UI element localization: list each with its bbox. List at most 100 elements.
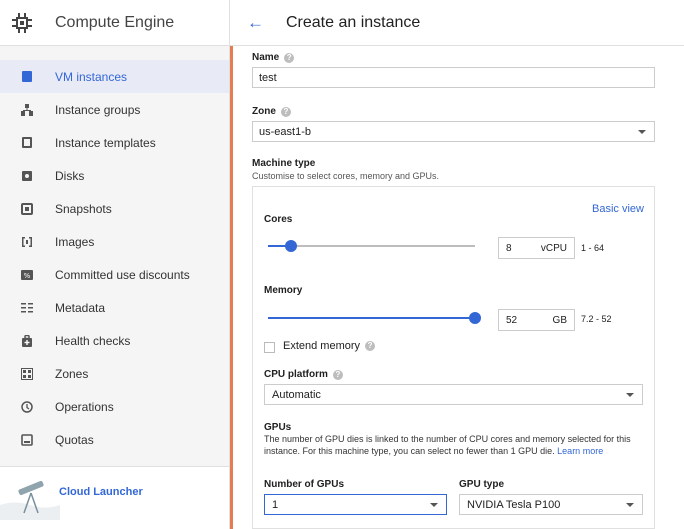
memory-value: 52 [506, 314, 518, 326]
zone-select[interactable]: us-east1-b [252, 121, 655, 142]
cores-slider[interactable] [268, 240, 475, 252]
chevron-down-icon [638, 130, 646, 134]
sidebar-item-images[interactable]: Images [0, 225, 229, 258]
name-label-text: Name [252, 52, 280, 63]
compute-engine-chip-icon [12, 12, 32, 33]
help-icon[interactable]: ? [284, 52, 295, 63]
sidebar-item-label: Committed use discounts [55, 267, 190, 282]
machine-type-card: Basic view Cores 8 vCPU 1 - 64 Memory 52… [252, 186, 655, 529]
cores-unit: vCPU [540, 242, 567, 254]
cores-label: Cores [264, 214, 293, 225]
cores-value: 8 [506, 242, 512, 254]
metadata-icon [21, 302, 33, 314]
accent-bar [230, 46, 233, 529]
sidebar-item-operations[interactable]: Operations [0, 390, 229, 423]
machine-type-hint: Customise to select cores, memory and GP… [252, 171, 440, 181]
svg-text:%: % [24, 272, 31, 280]
sidebar-item-instance-groups[interactable]: Instance groups [0, 93, 229, 126]
quotas-icon [21, 433, 33, 446]
memory-unit: GB [552, 314, 567, 326]
instance-groups-icon [21, 103, 33, 116]
product-title: Compute Engine [55, 13, 175, 31]
cores-slider-thumb[interactable] [284, 240, 297, 252]
sidebar-item-metadata[interactable]: Metadata [0, 291, 229, 324]
snapshots-icon [21, 202, 33, 215]
memory-range: 7.2 - 52 [581, 314, 612, 324]
gpus-label: GPUs [264, 422, 292, 433]
sidebar-item-label: Zones [55, 366, 89, 381]
memory-input[interactable]: 52 GB [498, 309, 575, 331]
chevron-down-icon [626, 393, 634, 397]
cloud-launcher-label[interactable]: Cloud Launcher [59, 486, 143, 498]
zone-label-text: Zone [252, 106, 276, 117]
sidebar-nav: VM instances Instance groups Instance te… [0, 46, 229, 456]
sidebar-item-label: Instance templates [55, 135, 156, 150]
zone-label: Zone? [252, 106, 291, 117]
extend-memory-label: Extend memory? [283, 340, 376, 352]
cpu-platform-value: Automatic [272, 388, 321, 401]
sidebar-item-zones[interactable]: Zones [0, 357, 229, 390]
zones-icon [21, 367, 33, 380]
cpu-platform-select[interactable]: Automatic [264, 384, 643, 405]
learn-more-link[interactable]: Learn more [557, 446, 603, 456]
gpus-description: The number of GPU dies is linked to the … [264, 433, 644, 457]
images-icon [21, 236, 33, 248]
num-gpus-select[interactable]: 1 [264, 494, 447, 515]
telescope-icon [0, 480, 60, 520]
sidebar-item-disks[interactable]: Disks [0, 159, 229, 192]
vm-instances-icon [21, 71, 33, 83]
sidebar-item-label: Snapshots [55, 201, 112, 216]
cores-range: 1 - 64 [581, 243, 605, 253]
zone-select-value: us-east1-b [259, 125, 311, 138]
discount-icon: % [21, 269, 33, 281]
sidebar-item-instance-templates[interactable]: Instance templates [0, 126, 229, 159]
cpu-platform-label: CPU platform? [264, 369, 343, 380]
sidebar: Compute Engine VM instances Instance gro… [0, 0, 230, 529]
extend-memory-label-text: Extend memory [283, 340, 361, 352]
sidebar-item-label: VM instances [55, 69, 128, 84]
extend-memory-checkbox[interactable] [264, 342, 275, 353]
num-gpus-value: 1 [272, 498, 279, 511]
sidebar-item-label: Instance groups [55, 102, 141, 117]
name-input[interactable]: test [252, 67, 655, 88]
cpu-platform-label-text: CPU platform [264, 369, 328, 380]
cores-input[interactable]: 8 vCPU [498, 237, 575, 259]
sidebar-item-label: Metadata [55, 300, 106, 315]
sidebar-item-quotas[interactable]: Quotas [0, 423, 229, 456]
sidebar-header: Compute Engine [0, 0, 229, 46]
cloud-launcher[interactable]: Cloud Launcher [0, 466, 229, 529]
main-content: ← Create an instance Name? test Zone? us… [230, 0, 684, 529]
sidebar-item-label: Health checks [55, 333, 131, 348]
operations-icon [21, 400, 33, 413]
back-arrow-icon[interactable]: ← [247, 14, 264, 31]
sidebar-item-label: Operations [55, 399, 114, 414]
gpu-type-select[interactable]: NVIDIA Tesla P100 [459, 494, 643, 515]
page-header: ← Create an instance [230, 0, 684, 46]
help-icon[interactable]: ? [280, 106, 291, 117]
gpu-type-value: NVIDIA Tesla P100 [467, 498, 561, 511]
sidebar-item-committed-use-discounts[interactable]: % Committed use discounts [0, 258, 229, 291]
disks-icon [21, 170, 33, 182]
page-title: Create an instance [286, 13, 421, 31]
num-gpus-label: Number of GPUs [264, 479, 345, 490]
sidebar-item-label: Images [55, 234, 95, 249]
help-icon[interactable]: ? [365, 341, 376, 351]
memory-slider-thumb[interactable] [469, 312, 481, 324]
instance-templates-icon [21, 137, 33, 149]
sidebar-item-label: Disks [55, 168, 85, 183]
sidebar-item-snapshots[interactable]: Snapshots [0, 192, 229, 225]
chevron-down-icon [626, 503, 634, 507]
name-label: Name? [252, 52, 295, 63]
chevron-down-icon [430, 503, 438, 507]
memory-slider[interactable] [268, 312, 481, 324]
sidebar-item-health-checks[interactable]: Health checks [0, 324, 229, 357]
basic-view-link[interactable]: Basic view [592, 203, 644, 215]
machine-type-label: Machine type [252, 158, 316, 169]
health-checks-icon [21, 334, 33, 347]
memory-slider-fill [268, 317, 475, 319]
memory-label: Memory [264, 285, 303, 296]
help-icon[interactable]: ? [332, 369, 343, 380]
gpu-type-label: GPU type [459, 479, 505, 490]
sidebar-item-vm-instances[interactable]: VM instances [0, 60, 229, 93]
sidebar-item-label: Quotas [55, 432, 94, 447]
